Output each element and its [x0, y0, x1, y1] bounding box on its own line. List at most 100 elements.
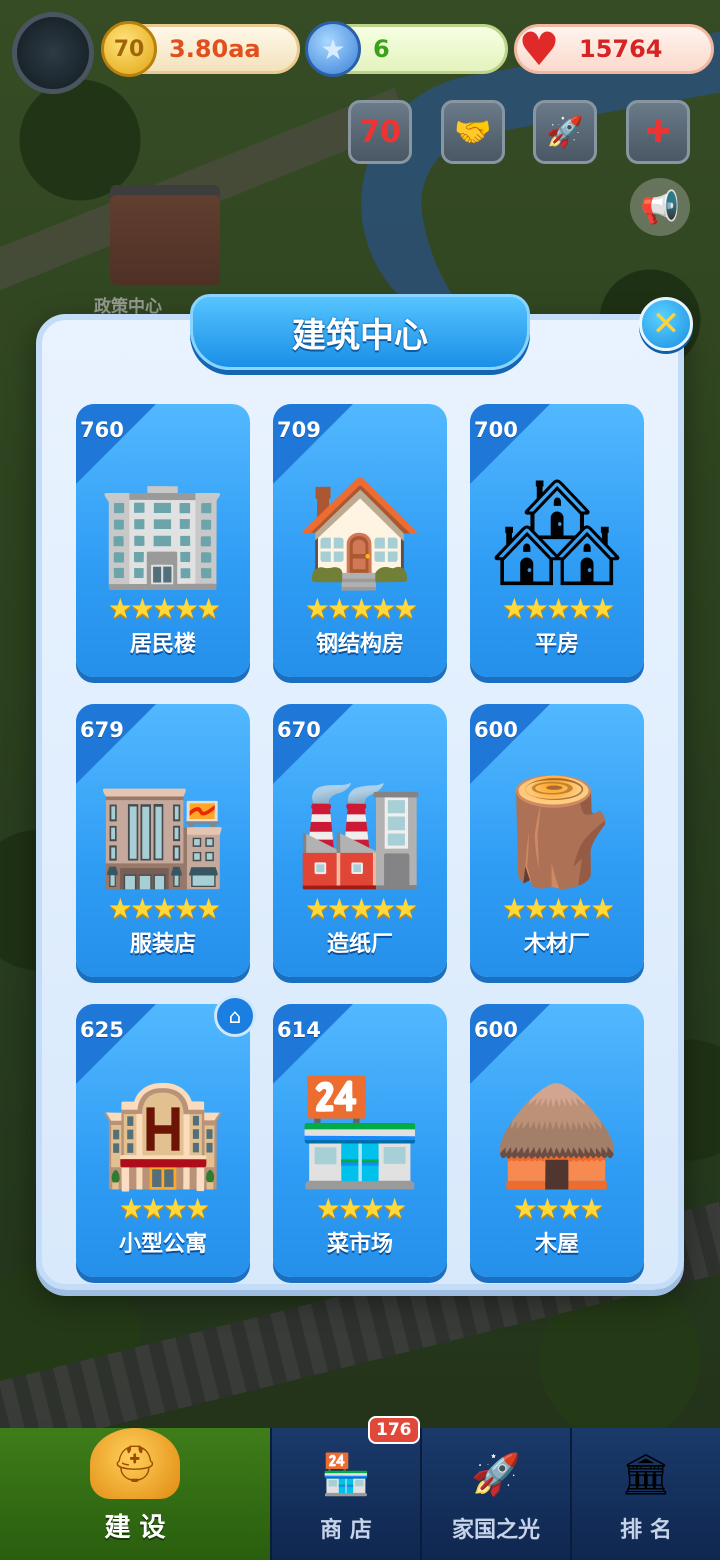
cooperation-button[interactable]: 🤝: [441, 100, 505, 164]
building-card[interactable]: 600 🪵 ★★★★★ 木材厂: [470, 704, 644, 977]
heart-counter[interactable]: ♥ 15764: [514, 22, 714, 76]
star-icon: ★: [393, 592, 418, 625]
building-card[interactable]: 670 🏭 ★★★★★ 造纸厂: [273, 704, 447, 977]
building-image: 🪵: [482, 734, 632, 884]
building-image: 🏭: [285, 734, 435, 884]
player-avatar[interactable]: [12, 12, 94, 94]
handshake-icon: 🤝: [454, 114, 492, 150]
star-rating: ★★★★★: [470, 892, 644, 925]
building-name: 小型公寓: [118, 1232, 207, 1257]
heart-value: 15764: [579, 35, 663, 63]
building-card[interactable]: 679 🏬 ★★★★★ 服装店: [76, 704, 250, 977]
close-button[interactable]: ✕: [639, 297, 693, 351]
star-icon: ★: [337, 1192, 363, 1225]
building-image: 🏠: [285, 434, 435, 584]
nav-tab-shop[interactable]: 176 🏪 商 店: [270, 1416, 420, 1560]
building-image: 🏪: [285, 1034, 435, 1184]
star-icon: ★: [107, 592, 133, 625]
star-rating: ★★★★: [273, 1192, 447, 1225]
rocket-event-icon: 🚀: [546, 114, 584, 150]
star-icon: ★: [590, 892, 615, 925]
star-icon: ★: [360, 1192, 385, 1225]
coin-icon: 70: [101, 21, 157, 77]
nav-tab-rocket[interactable]: 🚀 家国之光: [420, 1428, 570, 1560]
star-rating: ★★★★★: [76, 892, 250, 925]
building-icon: 🏨: [98, 1071, 228, 1193]
star-rating: ★★★★: [470, 1192, 644, 1225]
building-name: 造纸厂: [326, 932, 393, 957]
star-icon: ★: [501, 592, 527, 625]
building-icon: 🛖: [492, 1071, 622, 1193]
star-icon: ★: [348, 892, 374, 925]
building-grid: 760 🏢 ★★★★★ 居民楼 709 🏠 ★★★★★ 钢结构房 700 🏘 ★★★★★ 平房 679 🏬…: [76, 404, 644, 1277]
star-icon: ★: [185, 1192, 210, 1225]
building-icon: 🏪: [295, 1071, 425, 1193]
medical-button[interactable]: ✚: [626, 100, 690, 164]
announcement-speaker-icon: 📢: [640, 188, 680, 226]
star-icon: ★: [568, 892, 593, 925]
star-icon: ★: [501, 892, 527, 925]
star-icon: ★: [557, 1192, 582, 1225]
announcement-button[interactable]: 📢: [630, 178, 690, 236]
nav-tab-hard-hat[interactable]: ⛑ 建 设: [0, 1428, 270, 1560]
building-icon: 🏭: [295, 771, 425, 893]
building-name: 平房: [534, 632, 579, 657]
medical-kit-icon: ✚: [645, 114, 671, 150]
star-icon: ★: [523, 592, 549, 625]
bottom-nav: ⛑ 建 设 176 🏪 商 店 🚀 家国之光 🏛 排 名: [0, 1416, 720, 1560]
star-icon: ★: [107, 892, 133, 925]
star-icon: ★: [568, 592, 593, 625]
star-icon: ★: [523, 892, 549, 925]
building-image: 🏢: [88, 434, 238, 584]
star-icon: ★: [151, 892, 177, 925]
star-icon: ★: [129, 892, 155, 925]
close-icon: ✕: [651, 304, 681, 344]
star-icon: ★: [371, 592, 396, 625]
star-icon: ★: [140, 1192, 166, 1225]
coin-value: 3.80aa: [169, 35, 261, 63]
building-card[interactable]: 700 🏘 ★★★★★ 平房: [470, 404, 644, 677]
star-icon: ★: [129, 592, 155, 625]
building-image: 🏨: [88, 1034, 238, 1184]
building-card[interactable]: 614 🏪 ★★★★ 菜市场: [273, 1004, 447, 1277]
building-name: 钢结构房: [315, 632, 404, 657]
hard-hat-icon: ⛑: [90, 1428, 180, 1499]
building-card[interactable]: 625 🏨 ★★★★ 小型公寓: [76, 1004, 250, 1277]
star-icon: ★: [348, 592, 374, 625]
building-image: 🛖: [482, 1034, 632, 1184]
anniversary-70-button[interactable]: 70: [348, 100, 412, 164]
star-rating: ★★★★★: [273, 892, 447, 925]
nav-tab-label: 商 店: [320, 1518, 372, 1543]
star-icon: ★: [326, 892, 352, 925]
star-icon: ★: [315, 1192, 341, 1225]
star-icon: ★: [174, 592, 199, 625]
home-badge-icon[interactable]: ⌂: [214, 995, 256, 1037]
building-card[interactable]: 760 🏢 ★★★★★ 居民楼: [76, 404, 250, 677]
heart-icon: ♥: [518, 22, 560, 76]
building-name: 居民楼: [129, 632, 196, 657]
star-rating: ★★★★★: [76, 592, 250, 625]
building-card[interactable]: 600 🛖 ★★★★ 木屋: [470, 1004, 644, 1277]
anniversary-70-icon: 70: [359, 114, 401, 150]
star-gem-icon: ★: [305, 21, 361, 77]
nav-tab-label: 排 名: [620, 1518, 672, 1543]
building-image: 🏘: [482, 434, 632, 584]
building-image: 🏬: [88, 734, 238, 884]
building-name: 木屋: [534, 1232, 579, 1257]
star-icon: ★: [174, 892, 199, 925]
nav-tab-ranking[interactable]: 🏛 排 名: [570, 1428, 720, 1560]
coin-counter[interactable]: 70 3.80aa: [101, 21, 300, 77]
gem-counter[interactable]: ★ 6: [305, 21, 508, 77]
building-name: 菜市场: [326, 1232, 393, 1257]
modal-title: 建筑中心: [190, 294, 530, 370]
star-icon: ★: [545, 592, 571, 625]
star-rating: ★★★★: [76, 1192, 250, 1225]
star-icon: ★: [512, 1192, 538, 1225]
star-icon: ★: [371, 892, 396, 925]
rocket-event-button[interactable]: 🚀: [533, 100, 597, 164]
building-card[interactable]: 709 🏠 ★★★★★ 钢结构房: [273, 404, 447, 677]
shop-icon: 🏪: [321, 1451, 371, 1498]
building-name: 服装店: [129, 932, 196, 957]
star-icon: ★: [326, 592, 352, 625]
building-icon: 🏢: [98, 471, 228, 593]
